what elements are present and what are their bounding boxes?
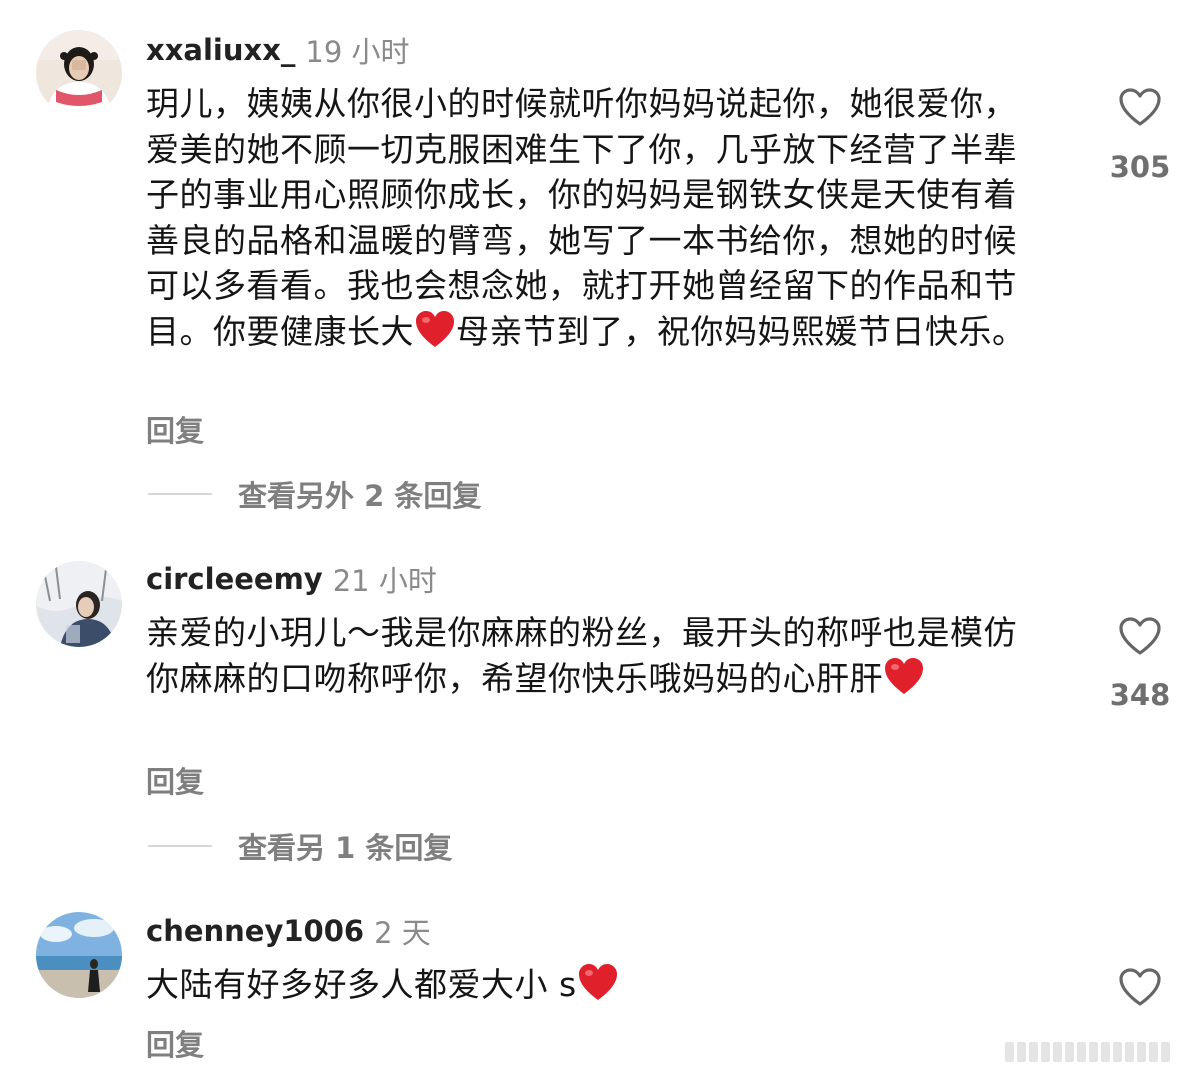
red-heart-icon [414,309,456,349]
comment-text: 大陆有好多好多人都爱大小 s [146,962,1036,1008]
avatar[interactable] [36,912,122,998]
reply-button[interactable]: 回复 [146,408,204,450]
heart-outline-icon[interactable] [1117,615,1163,657]
avatar[interactable] [36,30,122,116]
timestamp: 2 天 [374,916,431,950]
username[interactable]: circleeemy [146,562,323,596]
view-replies-button[interactable]: 查看另 1 条回复 [148,826,452,866]
username[interactable]: chenney1006 [146,914,364,948]
like-count: 305 [1109,150,1171,184]
divider [148,493,212,495]
avatar[interactable] [36,561,122,647]
comment-meta: circleeemy 21 小时 [146,559,437,599]
view-replies-label: 查看另 1 条回复 [238,831,453,865]
watermark [1005,1040,1187,1064]
comment-text: 亲爱的小玥儿～我是你麻麻的粉丝，最开头的称呼也是模仿你麻麻的口吻称呼你，希望你快… [146,610,1036,701]
timestamp: 21 小时 [332,564,437,598]
reply-button[interactable]: 回复 [146,759,204,801]
comment-meta: xxaliuxx_ 19 小时 [146,30,410,70]
comment-body-continued: 母亲节到了，祝你妈妈熙媛节日快乐。 [456,311,1026,351]
reply-button[interactable]: 回复 [146,1022,204,1064]
view-replies-label: 查看另外 2 条回复 [238,479,482,513]
like-count: 348 [1109,678,1171,712]
username[interactable]: xxaliuxx_ [146,33,295,67]
timestamp: 19 小时 [305,35,410,69]
comment-text: 玥儿，姨姨从你很小的时候就听你妈妈说起你，她很爱你，爱美的她不顾一切克服困难生下… [146,81,1036,354]
red-heart-icon [577,962,619,1002]
red-heart-icon [883,656,925,696]
heart-outline-icon[interactable] [1117,966,1163,1008]
divider [148,845,212,847]
comment-meta: chenney1006 2 天 [146,911,431,951]
view-replies-button[interactable]: 查看另外 2 条回复 [148,474,481,514]
comment-body: 大陆有好多好多人都爱大小 s [146,965,577,1004]
heart-outline-icon[interactable] [1117,86,1163,128]
